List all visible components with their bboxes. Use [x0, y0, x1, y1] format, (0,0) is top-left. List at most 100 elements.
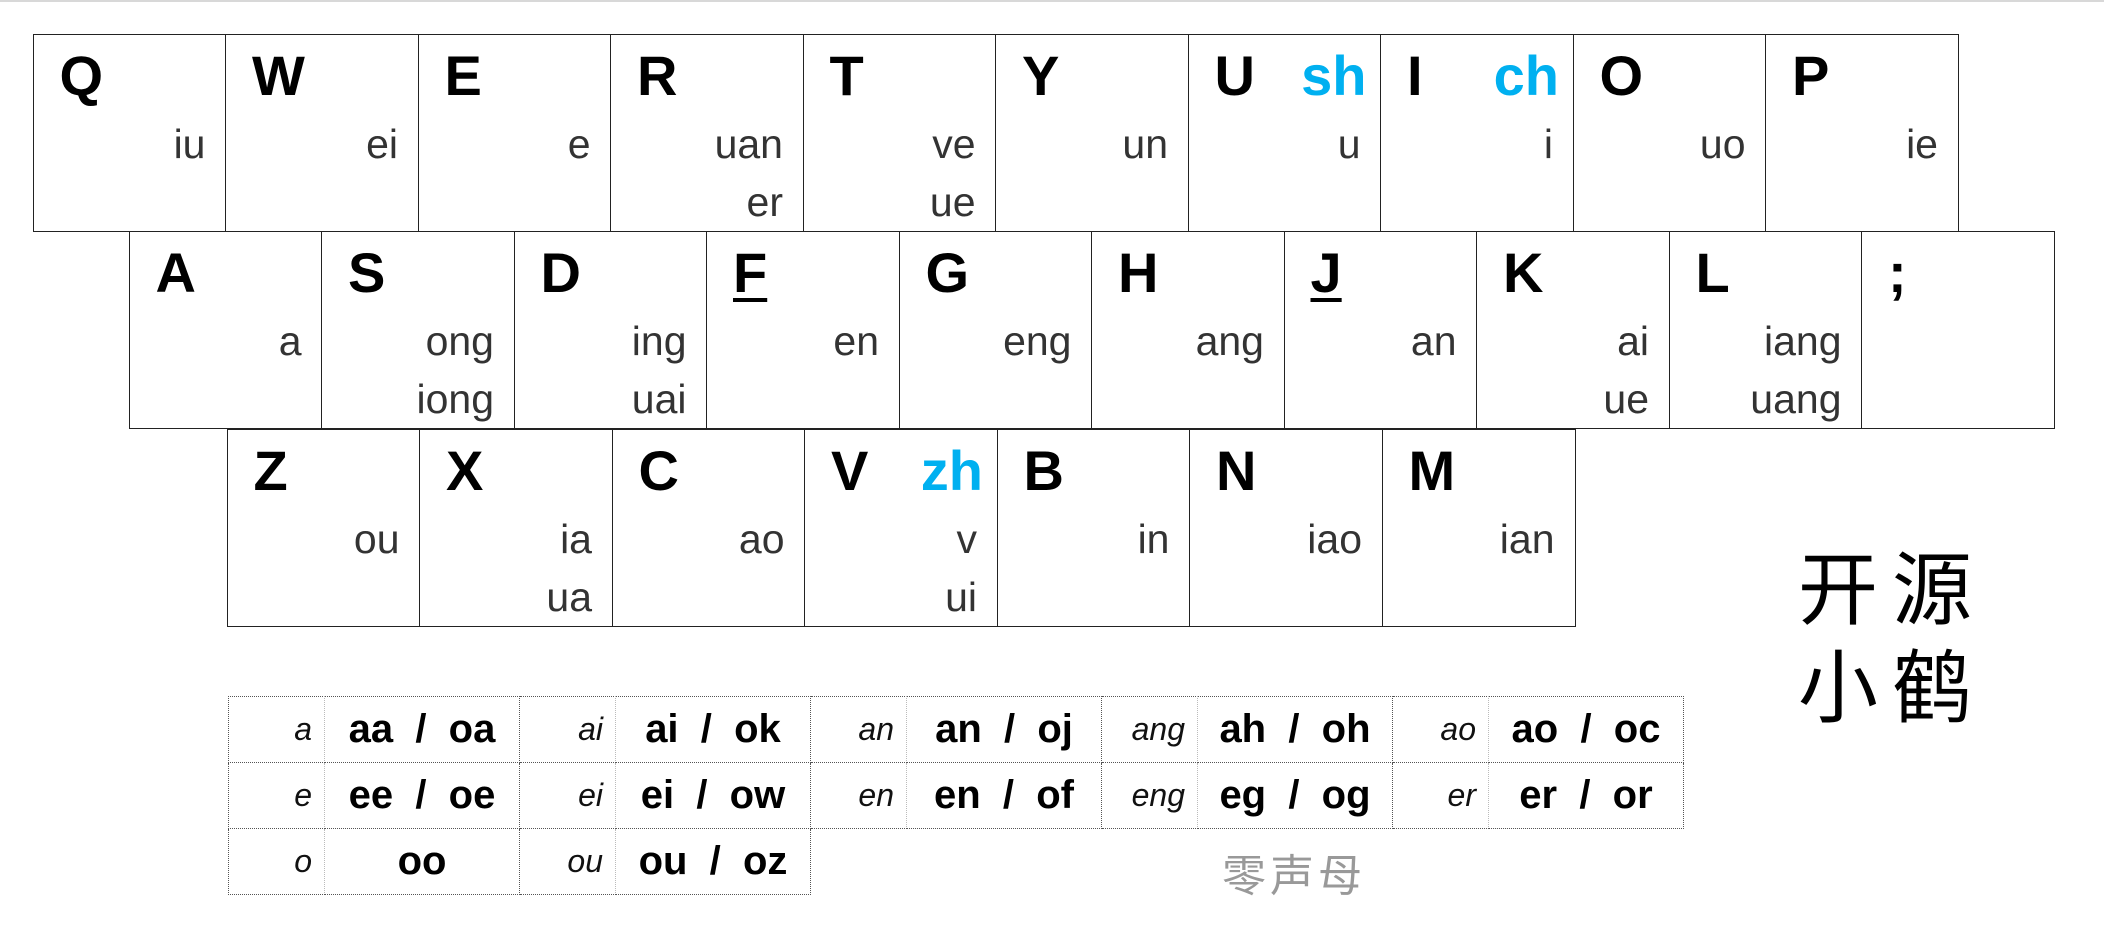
keyboard-row-2: Aa Song iong Ding uai Fen Geng Hang Jan Kai ue Lian…: [128, 230, 2055, 429]
key-final: uai: [631, 375, 687, 422]
key-u: Ush u: [1187, 34, 1382, 232]
key-f: Fen: [706, 230, 900, 429]
final-code: ao / oc: [1488, 696, 1684, 763]
key-initial: ch: [1493, 44, 1559, 107]
key-e: Ee: [417, 34, 612, 232]
key-d: Ding uai: [513, 230, 708, 429]
key-l: Liang uang: [1668, 230, 1863, 429]
key-final: ao: [738, 515, 785, 562]
final-label: eng: [1101, 762, 1198, 829]
key-finals: v ui: [945, 510, 977, 626]
key-a: Aa: [128, 230, 323, 429]
key-final: iao: [1307, 515, 1362, 562]
key-g: Geng: [898, 230, 1093, 429]
key-initial: zh: [920, 438, 983, 502]
table-row: e ee / oe ei ei / ow en en / of eng eg / og er er…: [228, 762, 1684, 829]
key-v: Vzh v ui: [804, 428, 998, 627]
final-code: ah / oh: [1197, 696, 1393, 763]
key-letter: T: [829, 44, 864, 107]
key-final: v: [956, 515, 978, 562]
key-final: in: [1137, 515, 1170, 562]
key-n: Niao: [1189, 428, 1383, 627]
key-final: uan: [714, 121, 783, 167]
key-letter: F: [733, 240, 768, 304]
key-semicolon: ;: [1861, 230, 2055, 429]
key-final: ian: [1499, 515, 1555, 562]
key-finals: un: [1122, 115, 1168, 173]
key-initial: sh: [1301, 44, 1367, 107]
key-letter: L: [1695, 240, 1730, 304]
key-finals: e: [568, 115, 591, 173]
zero-initial-table: a aa / oa ai ai / ok an an / oj ang ah / oh ao ao…: [228, 696, 1684, 895]
key-y: Yun: [995, 34, 1189, 232]
key-o: Ouo: [1572, 34, 1767, 232]
key-letter: B: [1023, 438, 1064, 502]
final-label: er: [1392, 762, 1489, 829]
key-q: Qiu: [32, 34, 227, 232]
key-final: ua: [546, 573, 592, 620]
key-i: Ich i: [1380, 34, 1574, 232]
key-final: ong: [425, 317, 494, 364]
key-final: u: [1337, 121, 1361, 167]
final-code: ai / ok: [615, 696, 811, 763]
key-letter: I: [1407, 44, 1423, 107]
key-final: an: [1410, 317, 1457, 364]
key-finals: ao: [739, 510, 785, 568]
table-row: a aa / oa ai ai / ok an an / oj ang ah / oh ao ao…: [228, 696, 1684, 763]
key-letter: D: [540, 240, 581, 304]
key-c: Cao: [611, 428, 806, 627]
key-final: ia: [560, 515, 592, 562]
key-final: ie: [1906, 121, 1938, 167]
key-finals: iao: [1307, 510, 1362, 568]
final-code: ei / ow: [615, 762, 811, 829]
key-k: Kai ue: [1476, 230, 1670, 429]
key-z: Zou: [226, 428, 421, 627]
key-w: Wei: [225, 34, 419, 232]
key-letter: S: [348, 240, 386, 304]
key-h: Hang: [1091, 230, 1285, 429]
key-finals: ie: [1906, 115, 1938, 173]
key-final: eng: [1003, 317, 1072, 364]
key-final: ing: [631, 317, 687, 364]
key-finals: u: [1338, 115, 1361, 173]
final-label: ai: [519, 696, 616, 763]
key-final: ve: [932, 121, 976, 167]
key-t: Tve ue: [802, 34, 997, 232]
final-label: e: [228, 762, 325, 829]
key-letter: Z: [253, 438, 288, 502]
key-letter: H: [1118, 240, 1159, 304]
key-finals: ai ue: [1603, 312, 1649, 428]
key-final: iu: [173, 121, 206, 167]
final-code: an / oj: [906, 696, 1102, 763]
key-finals: en: [833, 312, 879, 370]
key-finals: eng: [1003, 312, 1071, 370]
key-finals: ou: [354, 510, 400, 568]
key-letter: A: [155, 240, 196, 304]
final-label: a: [228, 696, 325, 763]
final-label: ao: [1392, 696, 1489, 763]
key-final: ai: [1617, 317, 1649, 364]
key-finals: iang uang: [1750, 312, 1841, 428]
key-finals: a: [279, 312, 302, 370]
final-label: en: [810, 762, 907, 829]
table-row: o oo ou ou / oz: [228, 828, 1684, 895]
final-code: oo: [324, 828, 520, 895]
key-finals: i: [1544, 115, 1553, 173]
key-final: un: [1122, 121, 1168, 167]
final-code: aa / oa: [324, 696, 520, 763]
key-x: Xia ua: [419, 428, 613, 627]
key-letter: J: [1310, 240, 1342, 304]
key-final: er: [746, 179, 783, 225]
key-finals: uan er: [715, 115, 783, 231]
key-letter: U: [1214, 44, 1255, 107]
key-final: ui: [945, 573, 977, 620]
key-p: Pie: [1765, 34, 1959, 232]
key-finals: ang: [1196, 312, 1264, 370]
key-finals: ia ua: [546, 510, 592, 626]
final-code: ee / oe: [324, 762, 520, 829]
key-letter: P: [1792, 44, 1830, 107]
key-letter: X: [446, 438, 484, 502]
final-label: ei: [519, 762, 616, 829]
key-final: en: [833, 317, 879, 364]
key-letter: W: [252, 44, 305, 107]
